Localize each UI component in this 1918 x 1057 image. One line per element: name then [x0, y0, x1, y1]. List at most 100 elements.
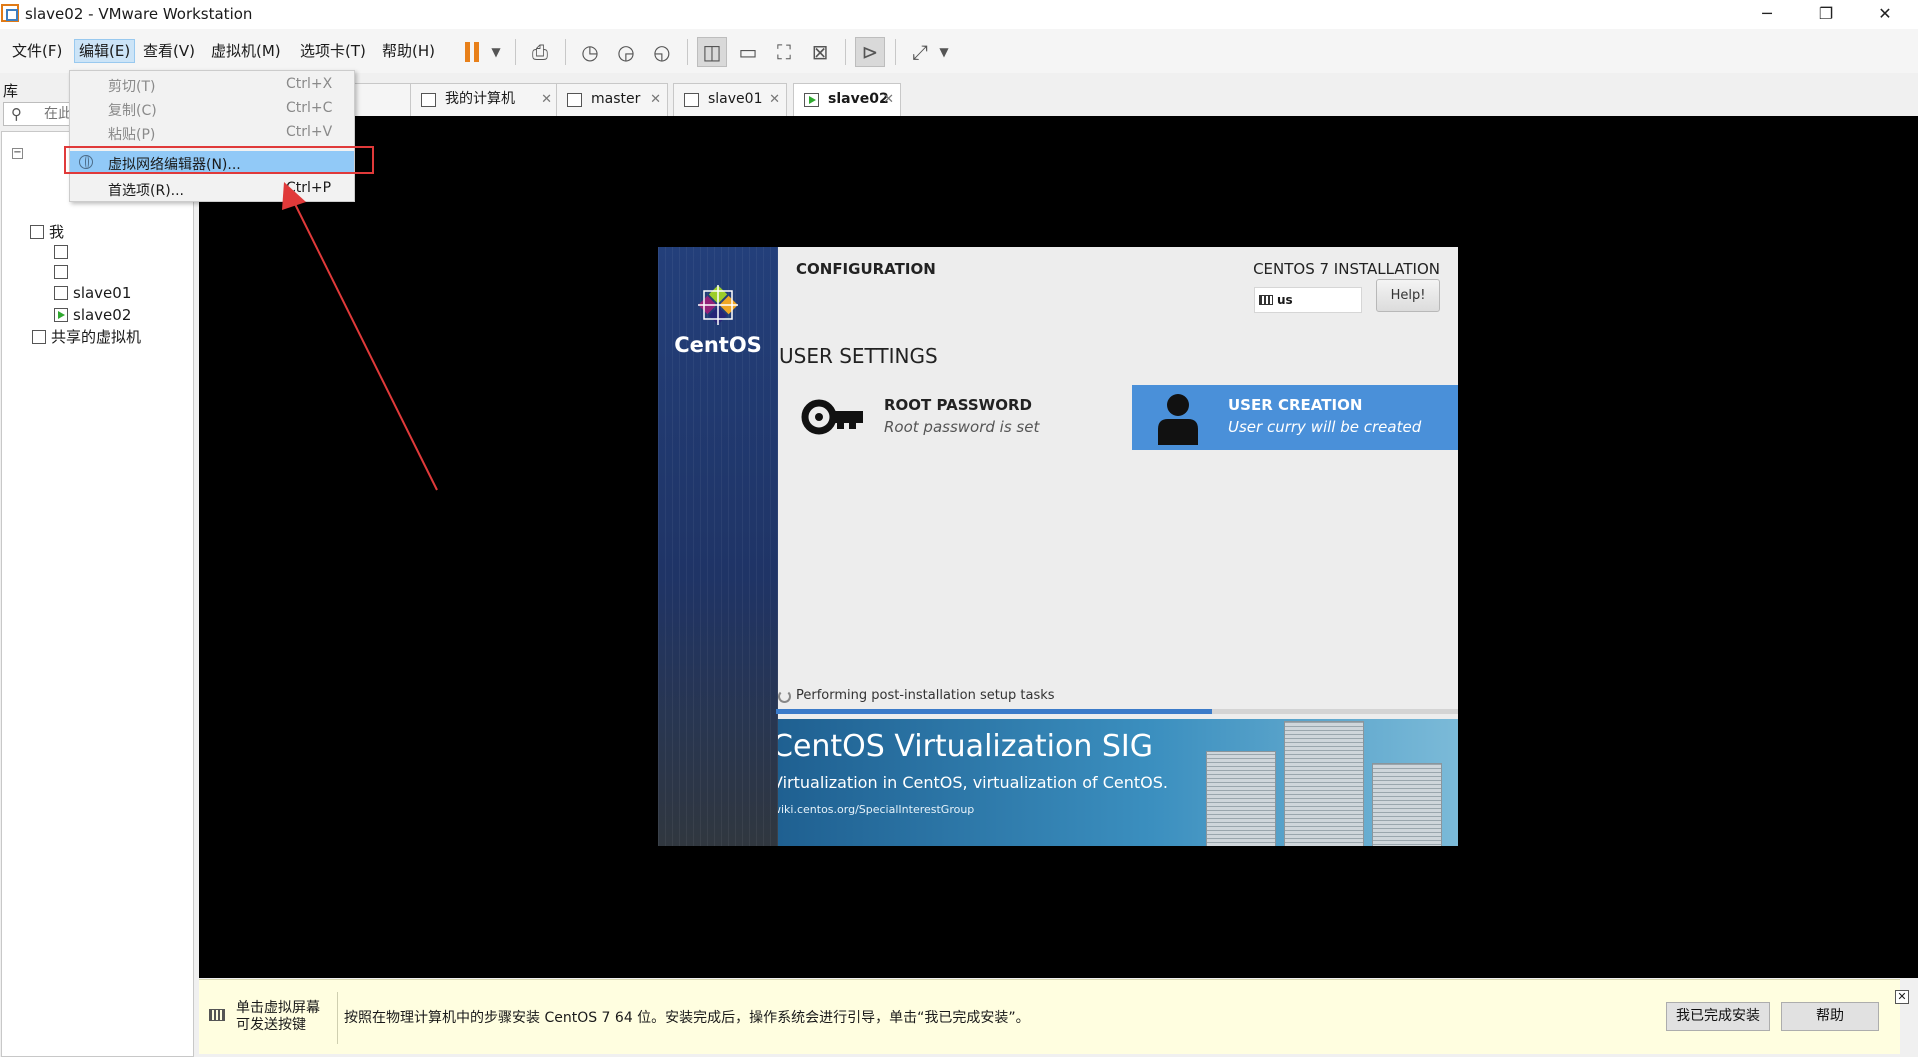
spoke-status: User curry will be created — [1228, 418, 1422, 436]
centos-wordmark: CentOS — [674, 333, 762, 357]
tab-label: slave01 — [708, 91, 763, 107]
vm-icon — [567, 93, 582, 107]
tab-master[interactable]: master ✕ — [556, 83, 668, 116]
toolbar-separator — [515, 39, 516, 65]
show-thumbnail-icon[interactable]: ▭ — [733, 37, 763, 67]
shared-vm-icon — [32, 330, 46, 344]
menu-item-cut[interactable]: 剪切(T) Ctrl+X — [70, 73, 354, 95]
send-ctrl-alt-del-icon[interactable]: ⎙ — [525, 37, 555, 67]
hint-message: 按照在物理计算机中的步骤安装 CentOS 7 64 位。安装完成后，操作系统会… — [344, 1010, 1030, 1026]
progress-bar — [776, 709, 1458, 714]
keyboard-icon — [1259, 295, 1273, 305]
menu-bar: 文件(F) 编辑(E) 查看(V) 虚拟机(M) 选项卡(T) 帮助(H) ▼ … — [0, 29, 1918, 73]
hint-short-text: 单击虚拟屏幕 可发送按键 — [236, 1000, 326, 1034]
tree-item-slave01[interactable]: slave01 — [54, 283, 131, 303]
tree-item-slave02[interactable]: slave02 — [54, 305, 131, 325]
tab-slave02[interactable]: slave02 ✕ — [793, 83, 901, 117]
tab-close-icon[interactable]: ✕ — [883, 84, 894, 115]
server-rack-image — [1372, 763, 1442, 846]
section-heading: USER SETTINGS — [779, 344, 938, 368]
power-dropdown-chevron-icon[interactable]: ▼ — [485, 37, 507, 67]
centos-logo-icon — [698, 285, 738, 325]
spinner-icon — [778, 690, 791, 703]
finished-install-button[interactable]: 我已完成安装 — [1666, 1002, 1770, 1031]
keyboard-layout-indicator[interactable]: us — [1254, 287, 1362, 313]
tab-bar: gle ✕ 我的计算机 ✕ master ✕ slave01 ✕ slave02… — [197, 80, 1918, 117]
close-button[interactable]: ✕ — [1856, 0, 1914, 29]
tab-my-computer[interactable]: 我的计算机 ✕ — [410, 83, 559, 116]
tree-item-label: slave01 — [73, 284, 132, 302]
hint-help-button[interactable]: 帮助 — [1781, 1002, 1879, 1031]
tree-collapse-icon[interactable]: − — [12, 148, 23, 159]
hint-short-line: 单击虚拟屏幕 — [236, 1000, 320, 1016]
menu-item-copy[interactable]: 复制(C) Ctrl+C — [70, 97, 354, 119]
vm-running-icon — [804, 93, 819, 107]
menu-help[interactable]: 帮助(H) — [378, 39, 439, 63]
search-icon: ⚲ — [11, 105, 22, 123]
menu-item-label: 首选项(R)... — [108, 183, 185, 199]
tab-slave01[interactable]: slave01 ✕ — [673, 83, 787, 116]
menu-edit[interactable]: 编辑(E) — [74, 39, 136, 63]
tab-label: master — [591, 91, 641, 107]
menu-item-shortcut: Ctrl+V — [286, 124, 333, 140]
unity-icon[interactable]: ⊠ — [805, 37, 835, 67]
library-panel: 库 ⚲ 我 slave01 slave02 共享的虚拟机 — [0, 73, 195, 1057]
menu-view[interactable]: 查看(V) — [139, 39, 199, 63]
tab-close-icon[interactable]: ✕ — [769, 84, 780, 115]
stretch-guest-icon[interactable]: ⤢ — [905, 37, 935, 67]
tree-item-shared-vms[interactable]: 共享的虚拟机 — [32, 327, 141, 347]
virtualization-sig-banner: CentOS Virtualization SIG Virtualization… — [778, 719, 1458, 846]
minimize-button[interactable]: ─ — [1738, 0, 1796, 29]
tab-close-icon[interactable]: ✕ — [541, 84, 552, 115]
computer-icon — [30, 225, 44, 239]
snapshot-revert-icon[interactable]: ◶ — [611, 37, 641, 67]
hint-short-line: 可发送按键 — [236, 1017, 306, 1033]
menu-item-paste[interactable]: 粘贴(P) Ctrl+V — [70, 121, 354, 143]
computer-icon — [421, 93, 436, 107]
config-title: CONFIGURATION — [796, 260, 936, 278]
stretch-dropdown-chevron-icon[interactable]: ▼ — [933, 37, 955, 67]
window-title: slave02 - VMware Workstation — [25, 5, 253, 23]
vm-icon — [54, 286, 68, 300]
show-library-icon[interactable]: ◫ — [697, 37, 727, 67]
banner-title: CentOS Virtualization SIG — [778, 729, 1154, 764]
tree-item-hidden-vm[interactable] — [54, 242, 73, 262]
tree-item-hidden-vm[interactable] — [54, 262, 73, 282]
menu-item-shortcut: Ctrl+P — [286, 180, 332, 196]
pause-icon — [465, 42, 479, 62]
snapshot-take-icon[interactable]: ◷ — [575, 37, 605, 67]
menu-item-preferences[interactable]: 首选项(R)... Ctrl+P — [70, 177, 354, 199]
keyboard-layout-label: us — [1277, 293, 1293, 307]
root-password-spoke[interactable]: ROOT PASSWORD Root password is set — [884, 387, 1164, 451]
menu-item-label: 剪切(T) — [108, 79, 156, 95]
help-button[interactable]: Help! — [1376, 279, 1440, 312]
toolbar-separator — [687, 39, 688, 65]
console-view-icon[interactable]: ⊳ — [855, 37, 885, 67]
hint-divider — [337, 992, 338, 1044]
menu-tabs[interactable]: 选项卡(T) — [296, 39, 370, 63]
restore-button[interactable]: ❐ — [1797, 0, 1855, 29]
tab-close-icon[interactable]: ✕ — [650, 84, 661, 115]
vm-icon — [54, 265, 68, 279]
spoke-title: ROOT PASSWORD — [884, 396, 1032, 414]
menu-vm[interactable]: 虚拟机(M) — [207, 39, 285, 63]
install-title: CENTOS 7 INSTALLATION — [1253, 260, 1440, 278]
tree-root-my-computer[interactable]: 我 — [30, 222, 210, 242]
toolbar-separator — [845, 39, 846, 65]
progress-bar-fill — [776, 709, 1213, 714]
spoke-title: USER CREATION — [1228, 396, 1363, 414]
centos-installer-screen[interactable]: CentOS CONFIGURATION CENTOS 7 INSTALLATI… — [658, 247, 1458, 846]
annotation-highlight-box — [64, 146, 374, 174]
menu-file[interactable]: 文件(F) — [8, 39, 66, 63]
user-creation-spoke[interactable]: USER CREATION User curry will be created — [1228, 387, 1458, 451]
server-rack-image — [1206, 751, 1276, 846]
toolbar-separator — [565, 39, 566, 65]
menu-item-label: 粘贴(P) — [108, 127, 156, 143]
banner-subtitle: Virtualization in CentOS, virtualization… — [778, 773, 1168, 792]
tree-item-label: slave02 — [73, 306, 132, 324]
snapshot-manager-icon[interactable]: ◵ — [647, 37, 677, 67]
pause-button[interactable] — [457, 37, 487, 67]
menu-item-label: 复制(C) — [108, 103, 157, 119]
full-screen-icon[interactable]: ⛶ — [769, 37, 799, 67]
hint-close-icon[interactable]: ✕ — [1895, 990, 1909, 1004]
